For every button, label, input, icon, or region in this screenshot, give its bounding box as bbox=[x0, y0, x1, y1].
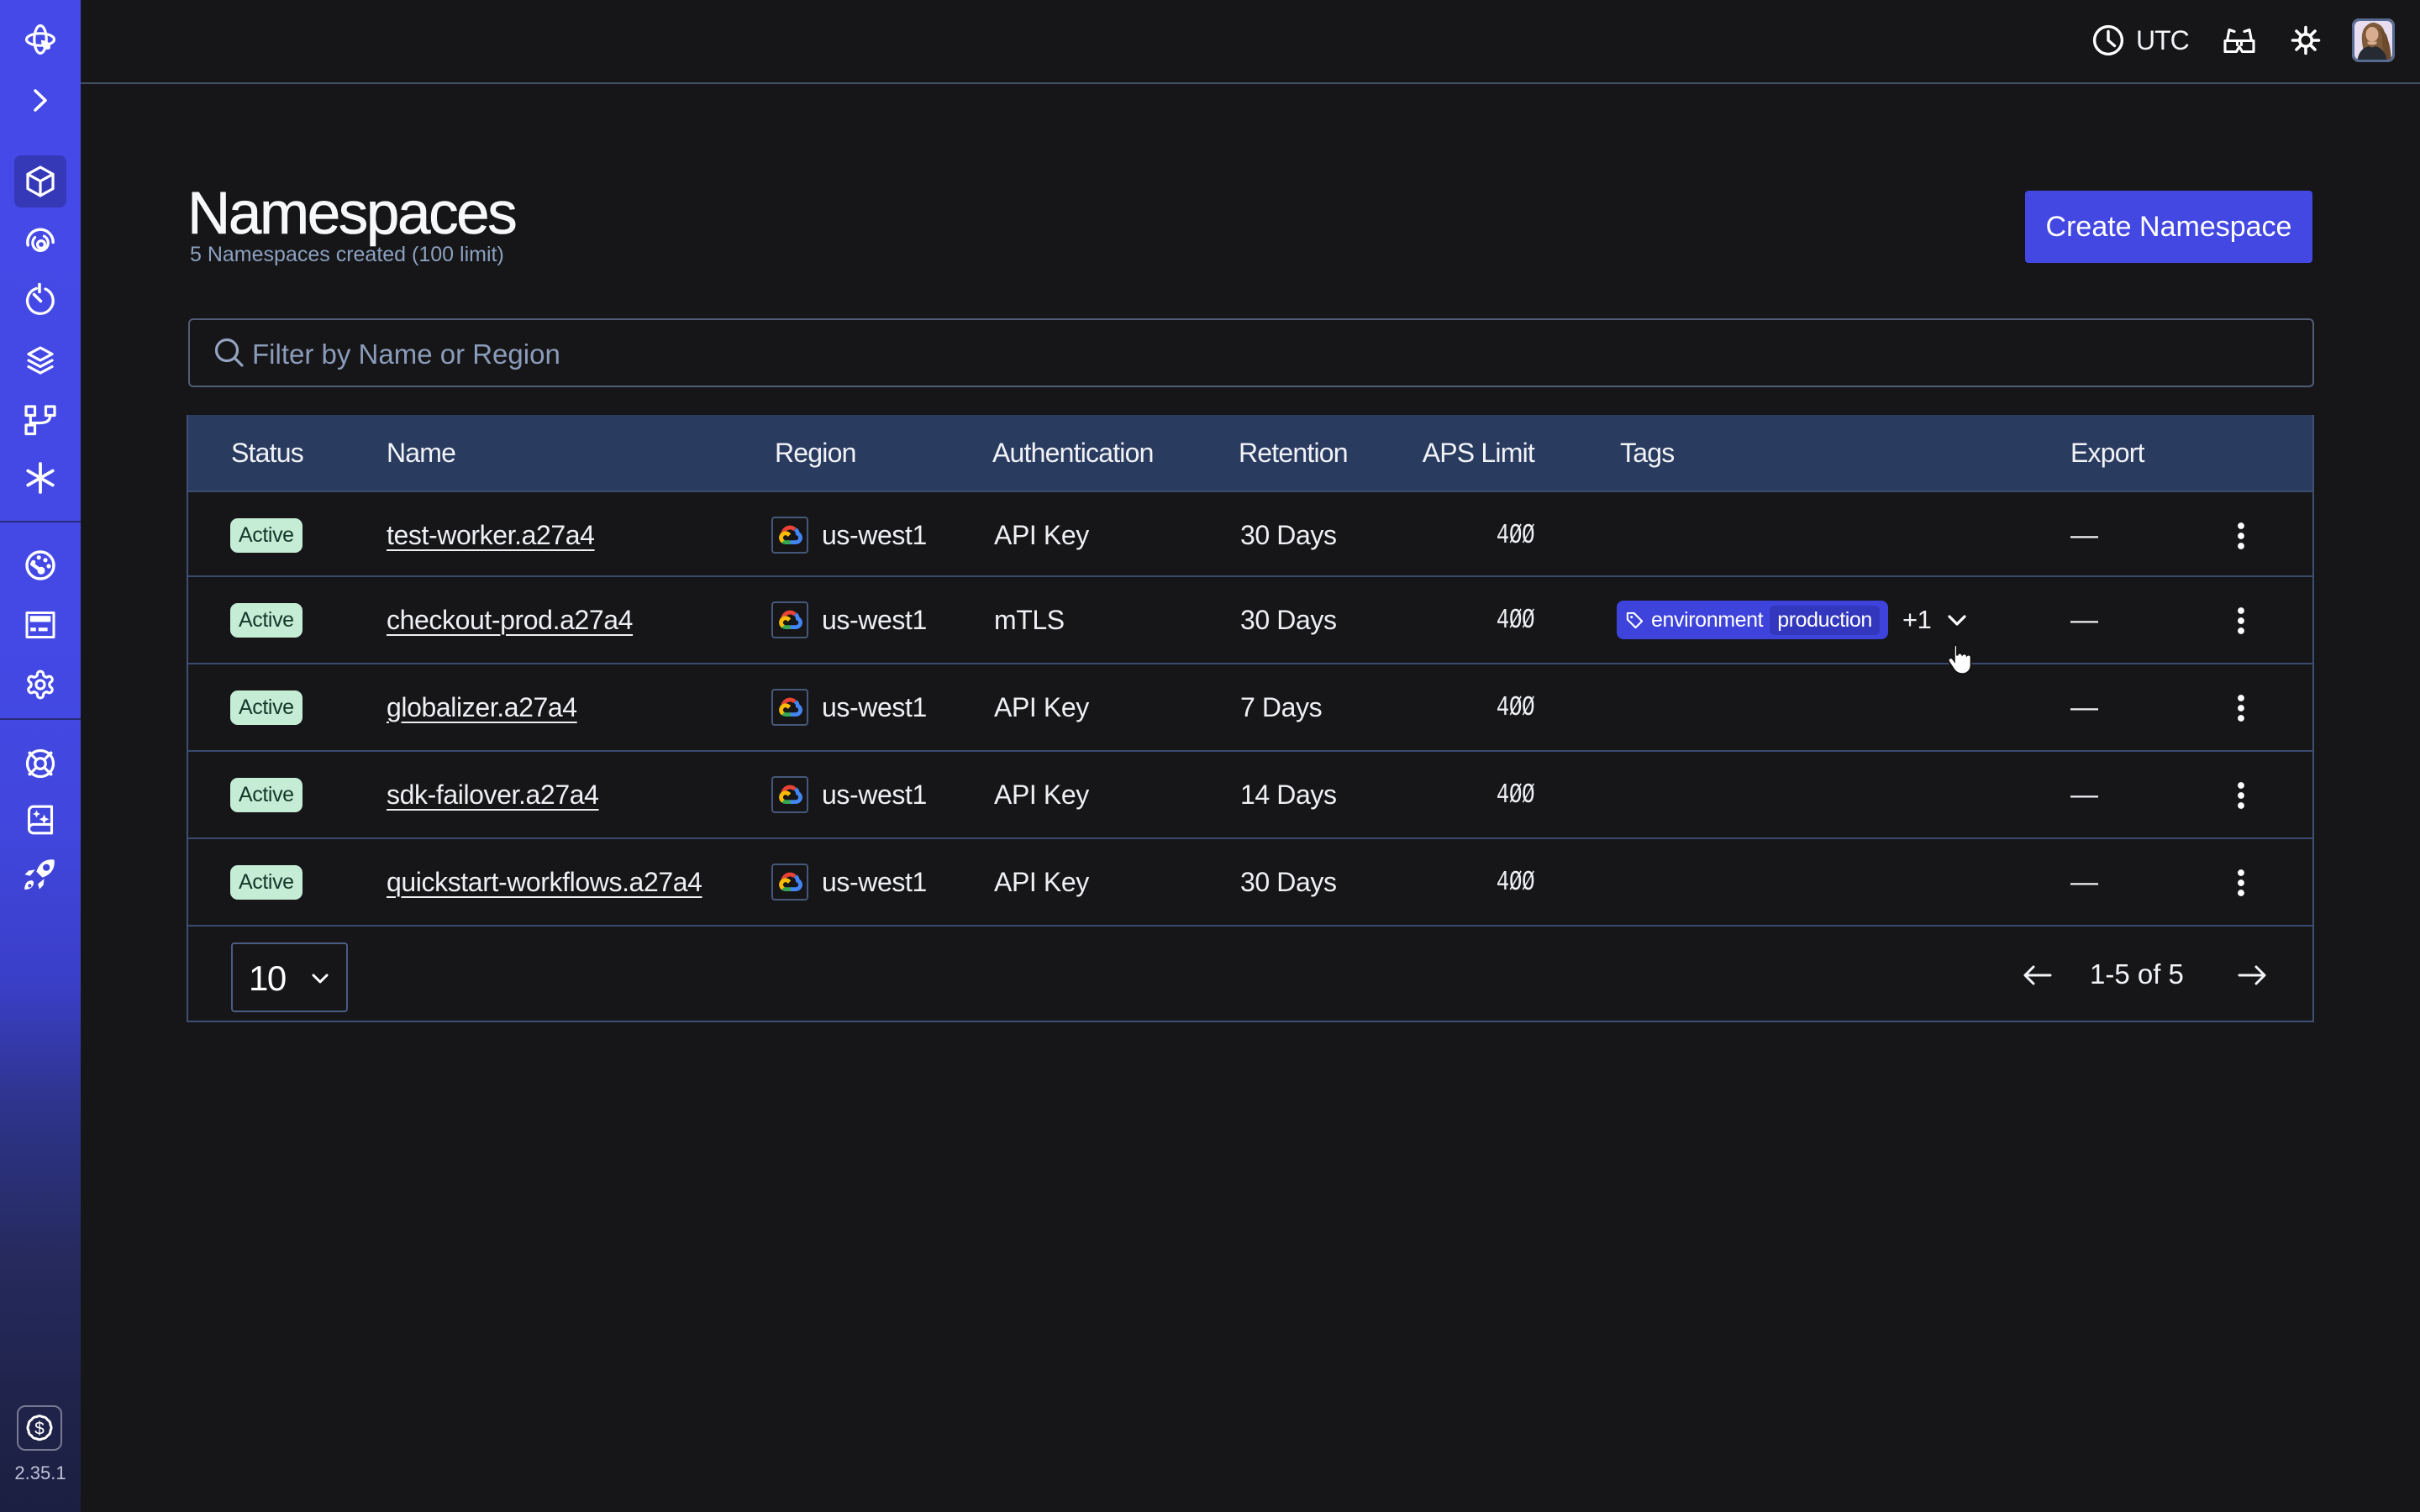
svg-text:$: $ bbox=[34, 1420, 45, 1439]
